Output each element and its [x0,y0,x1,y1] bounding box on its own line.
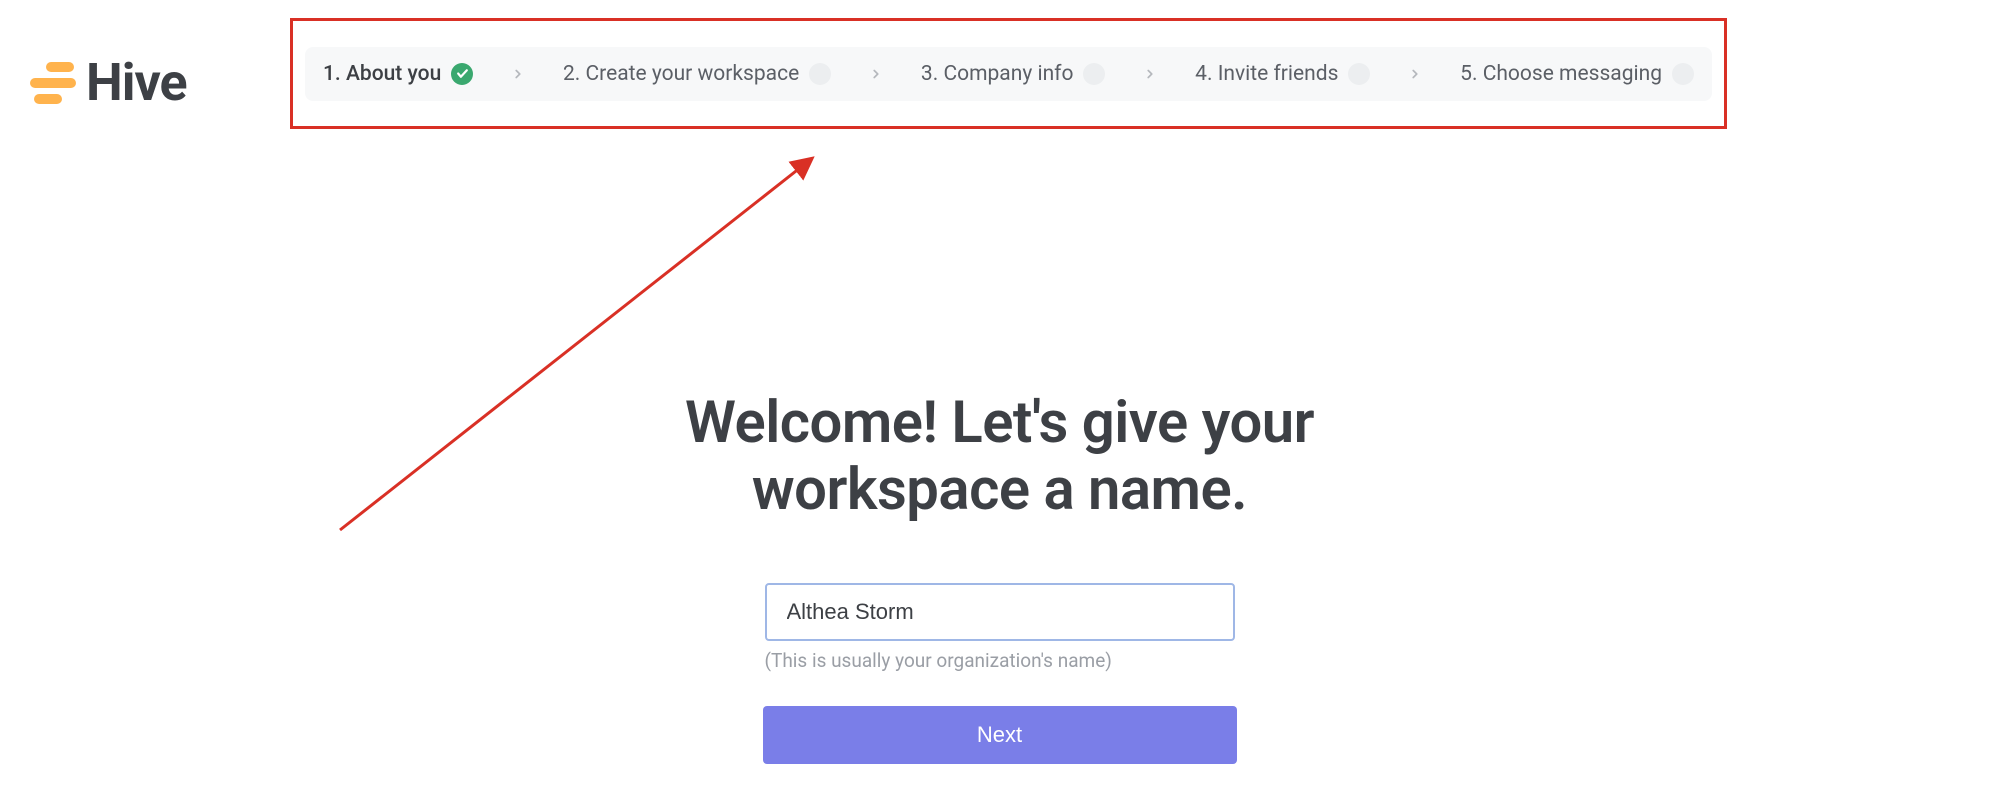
onboarding-main: Welcome! Let's give your workspace a nam… [550,390,1450,764]
step-company-info[interactable]: 3. Company info [921,62,1106,86]
next-button[interactable]: Next [763,706,1237,764]
step-choose-messaging[interactable]: 5. Choose messaging [1460,62,1694,86]
step-label: 3. Company info [921,62,1074,86]
brand-logo: Hive [30,52,187,113]
chevron-right-icon [1143,67,1157,81]
step-label: 2. Create your workspace [563,62,799,86]
chevron-right-icon [1408,67,1422,81]
hive-icon [30,62,76,104]
status-dot-icon [1672,63,1694,85]
chevron-right-icon [869,67,883,81]
onboarding-stepper: 1. About you 2. Create your workspace 3.… [305,47,1712,101]
step-label: 5. Choose messaging [1460,62,1662,86]
step-label: 1. About you [323,62,441,86]
onboarding-stepper-highlight: 1. About you 2. Create your workspace 3.… [290,18,1727,129]
step-create-workspace[interactable]: 2. Create your workspace [563,62,831,86]
check-icon [451,63,473,85]
step-invite-friends[interactable]: 4. Invite friends [1195,62,1370,86]
chevron-right-icon [511,67,525,81]
step-label: 4. Invite friends [1195,62,1338,86]
status-dot-icon [1083,63,1105,85]
brand-name: Hive [86,52,187,113]
step-about-you[interactable]: 1. About you [323,62,473,86]
page-heading: Welcome! Let's give your workspace a nam… [550,390,1450,523]
workspace-name-hint: (This is usually your organization's nam… [765,649,1235,672]
status-dot-icon [809,63,831,85]
status-dot-icon [1348,63,1370,85]
workspace-name-input[interactable] [765,583,1235,641]
